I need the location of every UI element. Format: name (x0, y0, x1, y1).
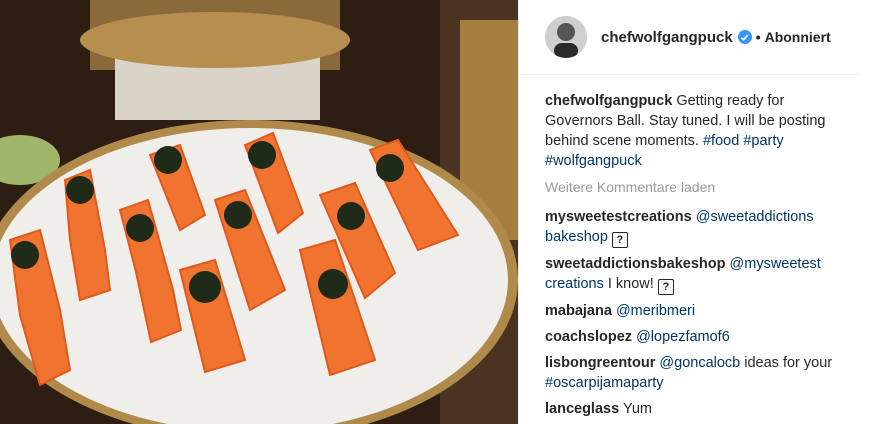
comment-username[interactable]: lisbongreentour (545, 355, 655, 371)
emoji-placeholder-icon: ? (657, 279, 674, 295)
following-button[interactable]: Abonniert (765, 29, 831, 45)
comment-username[interactable]: mabajana (545, 303, 612, 319)
comment: lisbongreentour @goncalocb ideas for you… (545, 353, 850, 393)
mention-link[interactable]: @sweetaddictions (696, 209, 814, 225)
caption-username[interactable]: chefwolfgangpuck (545, 93, 672, 109)
comments-list: chefwolfgangpuck Getting ready for Gover… (519, 75, 870, 419)
comment: mysweetestcreations @sweetaddictions bak… (545, 207, 850, 248)
post-author-username[interactable]: chefwolfgangpuck (601, 29, 733, 46)
hashtag-link[interactable]: #party (743, 133, 783, 149)
comment-username[interactable]: mysweetestcreations (545, 209, 692, 225)
comment-text: I know! (607, 276, 654, 292)
salmon-platter-image (0, 0, 518, 424)
comment-text: ideas for your (744, 355, 833, 371)
comment: lanceglass Yum (545, 399, 850, 419)
comment-username[interactable]: sweetaddictionsbakeshop (545, 256, 726, 272)
comment-username[interactable]: coachslopez (545, 329, 632, 345)
post-photo[interactable] (0, 0, 518, 424)
hashtag-link[interactable]: #wolfgangpuck (545, 153, 642, 169)
avatar-icon (545, 16, 587, 58)
mention-link[interactable]: @goncalocb (659, 355, 740, 371)
instagram-post: chefwolfgangpuck • Abonniert chefwolfgan… (0, 0, 870, 424)
comment: coachslopez @lopezfamof6 (545, 327, 850, 347)
post-sidebar: chefwolfgangpuck • Abonniert chefwolfgan… (518, 0, 870, 424)
comment: sweetaddictionsbakeshop @mysweetest crea… (545, 254, 850, 295)
post-header: chefwolfgangpuck • Abonniert (519, 0, 860, 75)
emoji-placeholder-icon: ? (611, 232, 628, 248)
hashtag-link[interactable]: #food (703, 133, 739, 149)
avatar[interactable] (545, 16, 587, 58)
load-more-comments-link[interactable]: Weitere Kommentare laden (545, 177, 850, 197)
comment-username[interactable]: lanceglass (545, 401, 619, 417)
comment-text: Yum (622, 401, 652, 417)
mention-link[interactable]: bakeshop (545, 229, 608, 245)
caption: chefwolfgangpuck Getting ready for Gover… (545, 91, 850, 171)
mention-link[interactable]: @meribmeri (616, 303, 695, 319)
header-separator: • (755, 29, 761, 45)
mention-link[interactable]: creations (545, 276, 604, 292)
mention-link[interactable]: @lopezfamof6 (636, 329, 730, 345)
comment: mabajana @meribmeri (545, 301, 850, 321)
verified-badge-icon (737, 30, 752, 44)
hashtag-link[interactable]: #oscarpijamaparty (545, 375, 663, 391)
mention-link[interactable]: @mysweetest (730, 256, 821, 272)
